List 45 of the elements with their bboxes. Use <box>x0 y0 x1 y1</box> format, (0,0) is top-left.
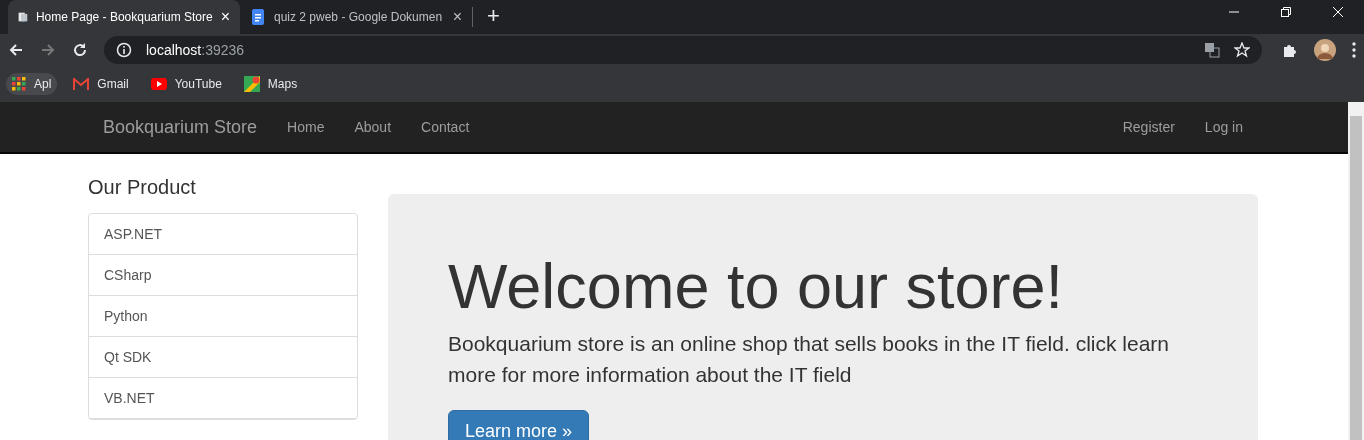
nav-link[interactable]: About <box>339 119 407 135</box>
product-item[interactable]: ASP.NET <box>89 214 357 255</box>
nav-link[interactable]: Home <box>272 119 340 135</box>
browser-tab[interactable]: Home Page - Bookquarium Store × <box>8 0 240 34</box>
info-icon <box>116 42 132 58</box>
document-icon <box>250 9 266 25</box>
avatar-icon[interactable] <box>1314 39 1336 61</box>
menu-icon[interactable] <box>1352 42 1356 58</box>
product-item[interactable]: CSharp <box>89 255 357 296</box>
restore-icon[interactable] <box>1280 5 1292 18</box>
product-item[interactable]: Qt SDK <box>89 337 357 378</box>
browser-tab[interactable]: quiz 2 pweb - Google Dokumen × <box>240 0 472 34</box>
reload-icon[interactable] <box>72 42 88 58</box>
map-pin-icon <box>243 76 260 92</box>
nav-link[interactable]: Contact <box>406 119 485 135</box>
scrollbar[interactable] <box>1348 102 1364 440</box>
address-bar[interactable]: localhost:39236 <box>104 36 1262 64</box>
brand-link[interactable]: Bookquarium Store <box>88 116 273 138</box>
product-item[interactable]: VB.NET <box>89 378 357 419</box>
nav-link[interactable]: Log in <box>1189 119 1258 135</box>
mail-icon <box>73 78 90 90</box>
section-heading: Our Product <box>88 176 197 199</box>
hero-text: Bookquarium store is an online shop that sells books in the IT field. click learn more for more information about the IT field <box>448 331 1170 388</box>
new-tab-button[interactable]: + <box>473 0 514 34</box>
close-tab-icon[interactable]: × <box>452 8 462 26</box>
bookmark[interactable]: Gmail <box>67 73 135 95</box>
tab-title: quiz 2 pweb - Google Dokumen <box>274 10 444 24</box>
star-icon[interactable] <box>1234 42 1250 58</box>
bookmark[interactable]: Maps <box>237 72 304 96</box>
grid-icon <box>12 77 26 91</box>
translate-icon[interactable] <box>1204 42 1220 58</box>
bookmark[interactable]: Apl <box>6 73 58 95</box>
puzzle-icon[interactable] <box>1282 42 1298 58</box>
url-text: localhost:39236 <box>146 42 245 58</box>
close-icon[interactable] <box>1332 5 1344 18</box>
learn-more-button[interactable]: Learn more » <box>448 410 590 440</box>
product-item[interactable]: Python <box>89 296 357 337</box>
tab-title: Home Page - Bookquarium Store <box>35 10 213 24</box>
close-tab-icon[interactable]: × <box>220 8 230 26</box>
play-icon <box>150 78 167 90</box>
back-icon[interactable] <box>8 42 24 58</box>
hero-title: Welcome to our store! <box>448 252 1065 322</box>
bookmark[interactable]: YouTube <box>144 73 228 95</box>
forward-icon[interactable] <box>40 42 56 58</box>
nav-link[interactable]: Register <box>1107 119 1190 135</box>
